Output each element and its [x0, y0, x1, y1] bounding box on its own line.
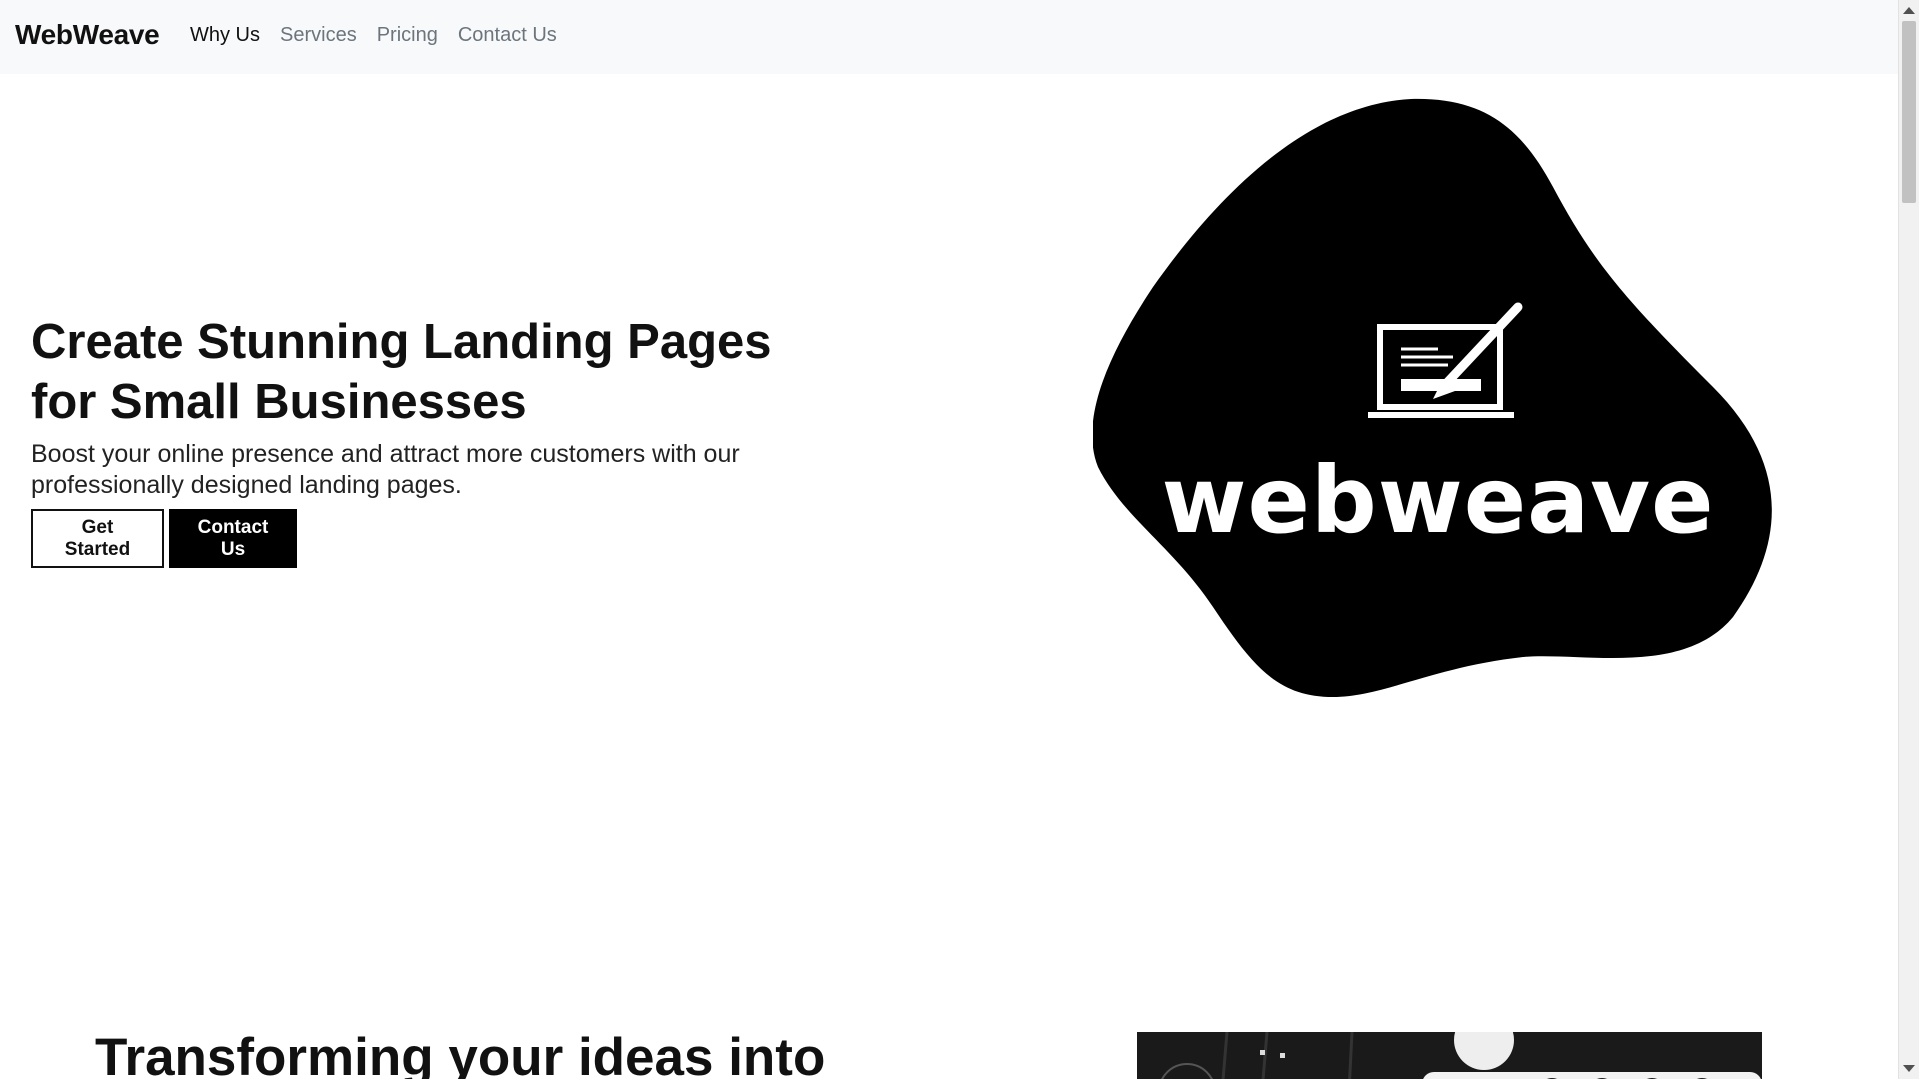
hero-title: Create Stunning Landing Pages for Small … — [31, 312, 831, 432]
section-image-art — [1137, 1032, 1762, 1079]
scrollbar-thumb[interactable] — [1902, 21, 1916, 203]
nav-links: Why Us Services Pricing Contact Us — [190, 24, 577, 47]
brand-logo-link[interactable]: WebWeave — [15, 19, 160, 51]
section-image — [1137, 1032, 1762, 1079]
contact-us-button[interactable]: Contact Us — [169, 509, 297, 568]
nav-link-why-us[interactable]: Why Us — [190, 24, 260, 47]
scroll-up-arrow-icon[interactable] — [1903, 7, 1915, 14]
navbar: WebWeave Why Us Services Pricing Contact… — [0, 0, 1898, 74]
hero-title-line-1: Create Stunning Landing Pages — [31, 315, 772, 369]
vertical-scrollbar[interactable] — [1898, 0, 1919, 1079]
get-started-button[interactable]: Get Started — [31, 509, 164, 568]
logo-wordmark: webweave — [1161, 447, 1714, 554]
webweave-logo: webweave — [1093, 98, 1772, 697]
nav-link-pricing[interactable]: Pricing — [377, 24, 438, 47]
page: WebWeave Why Us Services Pricing Contact… — [0, 0, 1919, 1079]
hero-subtitle: Boost your online presence and attract m… — [31, 440, 740, 499]
section-title: Transforming your ideas into — [95, 1028, 826, 1079]
logo-blob-shape — [1093, 98, 1772, 697]
hero-title-line-2: for Small Businesses — [31, 375, 527, 429]
scroll-down-arrow-icon[interactable] — [1903, 1065, 1915, 1072]
nav-link-services[interactable]: Services — [280, 24, 357, 47]
nav-link-contact-us[interactable]: Contact Us — [458, 24, 557, 47]
